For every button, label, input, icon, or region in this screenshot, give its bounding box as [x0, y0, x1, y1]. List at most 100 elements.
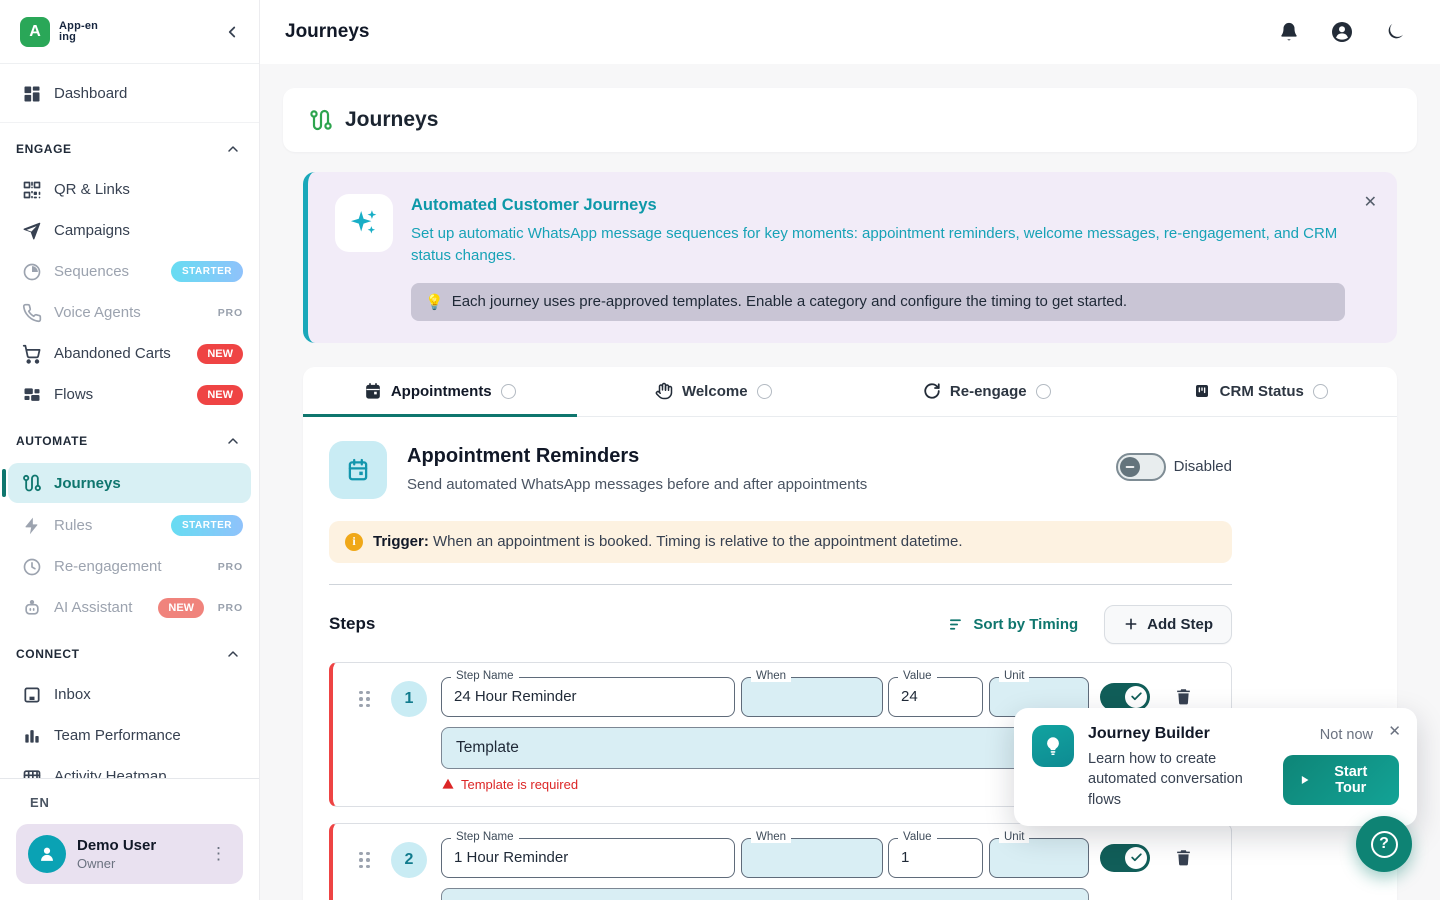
unit-select[interactable]	[990, 839, 1088, 877]
popup-description: Learn how to create automated conversati…	[1088, 749, 1269, 810]
journey-builder-popup: Journey Builder Learn how to create auto…	[1014, 708, 1417, 826]
category-text: Appointment Reminders Send automated Wha…	[407, 441, 867, 493]
value-input[interactable]	[889, 678, 982, 716]
tab-appointments[interactable]: Appointments	[303, 367, 577, 416]
chevron-up-icon	[225, 141, 241, 157]
sort-icon	[948, 616, 965, 633]
drag-handle-icon[interactable]	[359, 691, 373, 708]
sidebar-item-ai-assistant[interactable]: AI Assistant NEW PRO	[0, 587, 259, 628]
delete-step-button[interactable]	[1174, 848, 1193, 867]
moon-icon	[1384, 21, 1406, 43]
dashboard-icon	[22, 84, 42, 104]
tab-re-engage[interactable]: Re-engage	[850, 367, 1124, 416]
value-input[interactable]	[889, 839, 982, 877]
language-switcher[interactable]: EN	[16, 793, 243, 824]
sidebar-item-qr-links[interactable]: QR & Links	[0, 169, 259, 210]
user-card[interactable]: Demo User Owner ⋮	[16, 824, 243, 884]
chevron-up-icon	[225, 433, 241, 449]
banner-close-icon[interactable]: ✕	[1364, 192, 1377, 212]
sidebar-item-re-engagement[interactable]: Re-engagement PRO	[0, 546, 259, 587]
notifications-button[interactable]	[1278, 21, 1300, 43]
template-select[interactable]: Template	[441, 727, 1089, 769]
sidebar-item-campaigns[interactable]: Campaigns	[0, 210, 259, 251]
sidebar-item-team-performance[interactable]: Team Performance	[0, 715, 259, 756]
app-logo-icon: A	[20, 17, 50, 47]
step-enabled-toggle[interactable]	[1100, 844, 1150, 872]
category-enable-toggle[interactable]	[1116, 453, 1166, 481]
toggle-knob-check-icon	[1125, 847, 1147, 869]
bell-icon	[1278, 21, 1300, 43]
template-select[interactable]: Template	[441, 888, 1089, 900]
when-select[interactable]	[742, 678, 882, 716]
sidebar-header: A App-ening	[0, 0, 259, 64]
sidebar-item-journeys[interactable]: Journeys	[8, 463, 251, 503]
tab-status-radio[interactable]	[1313, 384, 1328, 399]
add-step-button[interactable]: Add Step	[1104, 605, 1232, 644]
lightbulb-icon	[1042, 735, 1064, 757]
value-field: Value	[888, 677, 983, 717]
value-label: Value	[898, 831, 937, 843]
sidebar-item-abandoned-carts[interactable]: Abandoned Carts NEW	[0, 333, 259, 374]
sidebar-item-dashboard[interactable]: Dashboard	[0, 70, 259, 117]
sidebar-item-activity-heatmap[interactable]: Activity Heatmap	[0, 756, 259, 778]
not-now-button[interactable]: Not now	[1320, 727, 1373, 743]
app-logo-text: App-ening	[59, 21, 101, 43]
divider	[0, 122, 259, 123]
starter-badge: STARTER	[171, 261, 243, 282]
dark-mode-toggle[interactable]	[1384, 21, 1406, 43]
sidebar-item-rules[interactable]: Rules STARTER	[0, 505, 259, 546]
phone-icon	[22, 303, 42, 323]
tab-status-radio[interactable]	[1036, 384, 1051, 399]
pro-tag: PRO	[218, 602, 243, 614]
unit-label: Unit	[999, 670, 1029, 682]
sidebar-item-flows[interactable]: Flows NEW	[0, 374, 259, 415]
help-button[interactable]: ?	[1356, 816, 1412, 872]
banner-tip: 💡 Each journey uses pre-approved templat…	[411, 283, 1345, 321]
when-label: When	[751, 670, 791, 682]
step-card-2: 2 Step Name When Value	[329, 823, 1232, 900]
user-icon	[36, 843, 58, 865]
drag-handle-icon[interactable]	[359, 852, 373, 869]
tab-status-radio[interactable]	[501, 384, 516, 399]
sort-by-timing-button[interactable]: Sort by Timing	[948, 616, 1078, 633]
step-name-input[interactable]	[442, 839, 734, 877]
delete-step-button[interactable]	[1174, 687, 1193, 706]
play-icon	[1299, 774, 1310, 786]
popup-text: Journey Builder Learn how to create auto…	[1088, 725, 1269, 810]
banner-title: Automated Customer Journeys	[411, 196, 1345, 215]
journeys-route-icon	[309, 108, 333, 132]
sidebar-item-inbox[interactable]: Inbox	[0, 674, 259, 715]
unit-field: Unit	[989, 838, 1089, 878]
section-header-connect[interactable]: CONNECT	[0, 634, 259, 674]
clock-icon	[22, 557, 42, 577]
send-icon	[22, 221, 42, 241]
when-select[interactable]	[742, 839, 882, 877]
inbox-icon	[22, 685, 42, 705]
step-number-badge: 1	[391, 681, 427, 717]
start-tour-button[interactable]: Start Tour	[1283, 755, 1399, 805]
calendar-icon	[364, 382, 382, 400]
user-role: Owner	[77, 856, 156, 871]
trash-icon	[1174, 848, 1193, 867]
popup-close-icon[interactable]: ✕	[1388, 722, 1401, 740]
tab-crm-status[interactable]: CRM Status	[1124, 367, 1398, 416]
cart-icon	[22, 344, 42, 364]
when-field: When	[741, 677, 883, 717]
page-title: Journeys	[345, 108, 438, 132]
sidebar-item-voice-agents[interactable]: Voice Agents PRO	[0, 292, 259, 333]
appointments-panel: Appointment Reminders Send automated Wha…	[303, 417, 1258, 900]
section-header-engage[interactable]: ENGAGE	[0, 129, 259, 169]
when-field: When	[741, 838, 883, 878]
sidebar-collapse-button[interactable]	[223, 23, 241, 41]
sidebar-item-sequences[interactable]: Sequences STARTER	[0, 251, 259, 292]
tab-welcome[interactable]: Welcome	[577, 367, 851, 416]
topbar-icons	[1278, 20, 1406, 44]
tab-status-radio[interactable]	[757, 384, 772, 399]
section-header-automate[interactable]: AUTOMATE	[0, 421, 259, 461]
hand-wave-icon	[655, 382, 673, 400]
user-menu-button[interactable]: ⋮	[204, 840, 233, 868]
account-button[interactable]	[1330, 20, 1354, 44]
step-enabled-toggle[interactable]	[1100, 683, 1150, 711]
popup-actions: Not now Start Tour	[1283, 725, 1399, 810]
step-name-input[interactable]	[442, 678, 734, 716]
